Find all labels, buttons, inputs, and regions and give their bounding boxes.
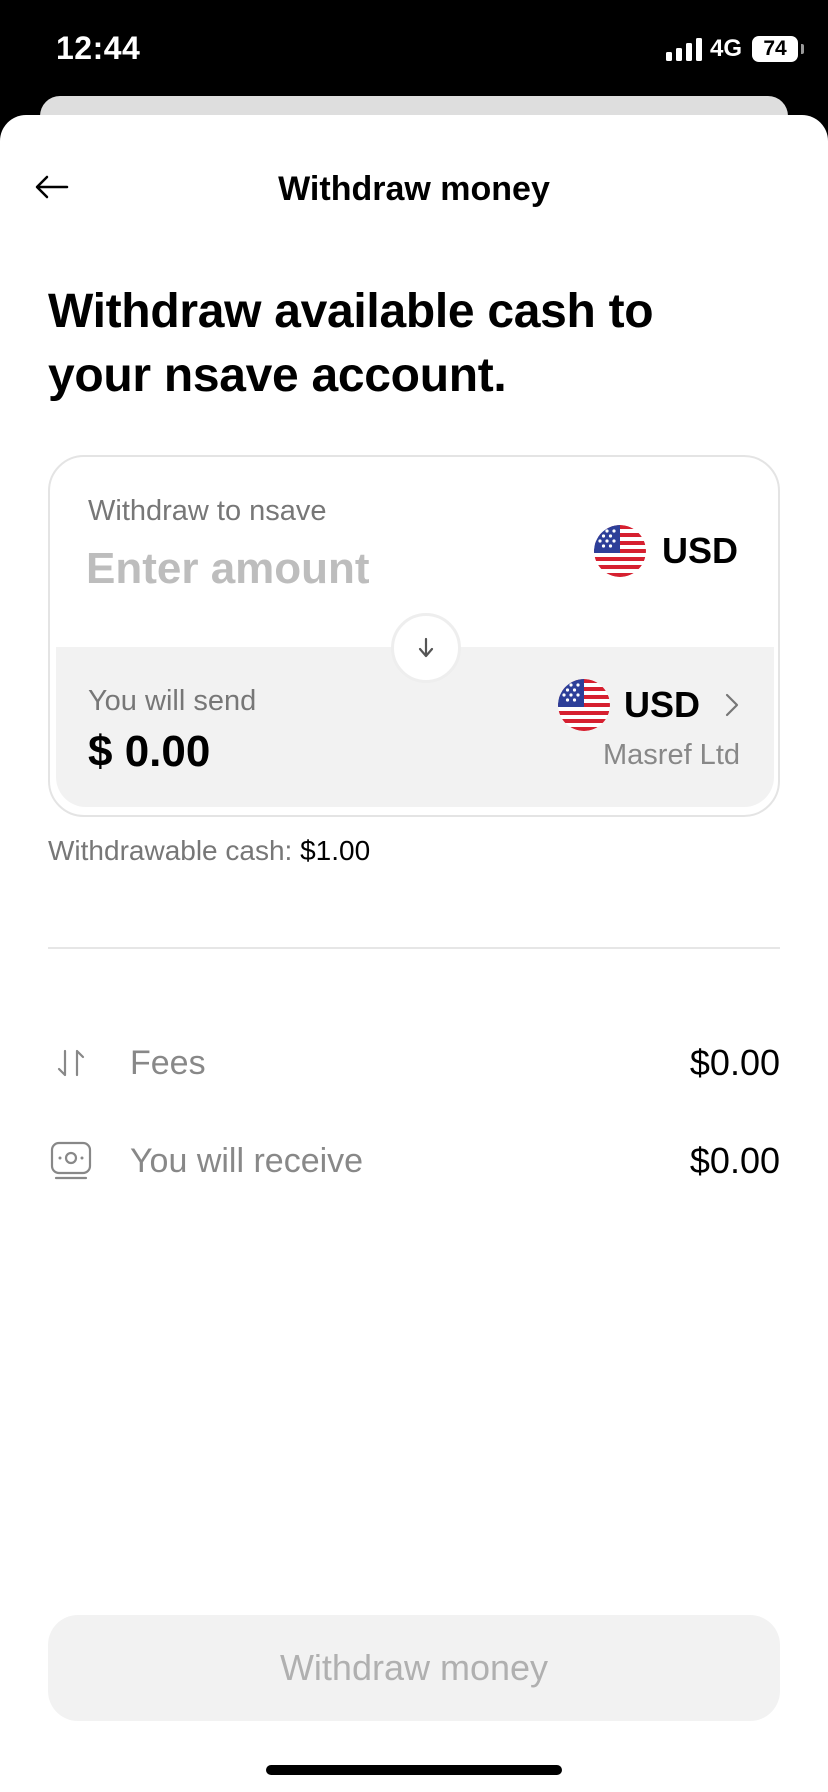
nav-bar: Withdraw money [0, 115, 828, 265]
us-flag-icon [557, 679, 610, 731]
provider-name: Masref Ltd [603, 739, 740, 771]
network-type: 4G [709, 35, 742, 62]
fees-row: Fees $0.00 [48, 1033, 780, 1093]
fees-label: Fees [130, 1043, 206, 1082]
amount-card: Withdraw to nsave Enter amount USD You w… [48, 455, 780, 817]
amount-input[interactable] [86, 539, 486, 599]
battery-icon: 74 [752, 36, 804, 62]
status-indicators: 4G 74 [665, 34, 804, 64]
direction-indicator [391, 613, 461, 683]
receive-value: $0.00 [689, 1140, 780, 1181]
us-flag-icon [593, 525, 646, 577]
signal-icon [665, 37, 702, 61]
swap-vertical-icon [48, 1040, 94, 1086]
destination-currency-selector[interactable]: USD [557, 679, 740, 731]
send-value: $ 0.00 [88, 727, 211, 776]
battery-level: 74 [763, 37, 787, 60]
divider [48, 947, 780, 949]
receive-label: You will receive [130, 1141, 364, 1180]
withdrawable-value: $1.00 [300, 835, 371, 866]
status-bar: 12:44 4G 74 [0, 0, 828, 100]
status-time: 12:44 [56, 30, 141, 66]
cash-icon [48, 1138, 94, 1184]
arrow-down-icon [418, 637, 434, 658]
withdrawable-cash: Withdrawable cash: $1.00 [48, 835, 370, 867]
fees-value: $0.00 [689, 1042, 780, 1083]
page-title: Withdraw money [278, 170, 550, 208]
source-currency-code: USD [661, 530, 738, 571]
headline: Withdraw available cash to your nsave ac… [48, 285, 654, 402]
withdraw-money-button[interactable]: Withdraw money [48, 1615, 780, 1721]
withdraw-to-label: Withdraw to nsave [88, 495, 327, 527]
send-label: You will send [88, 685, 257, 717]
source-currency: USD [593, 525, 738, 577]
chevron-right-icon [724, 692, 740, 718]
receive-row: You will receive $0.00 [48, 1131, 780, 1191]
home-indicator [266, 1765, 562, 1775]
destination-currency-code: USD [623, 684, 700, 725]
withdrawable-label: Withdrawable cash: [48, 835, 301, 866]
withdraw-sheet: Withdraw money Withdraw available cash t… [0, 115, 828, 1792]
